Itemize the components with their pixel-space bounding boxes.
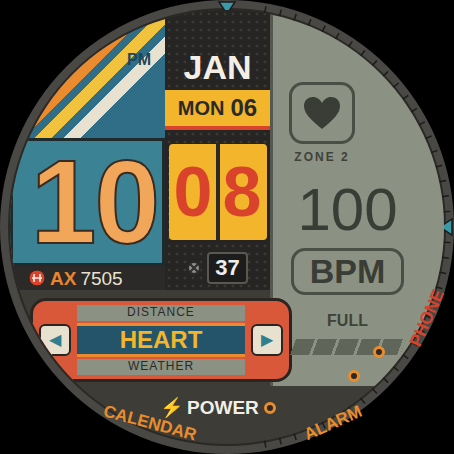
heart-box bbox=[289, 82, 355, 144]
dial: PM 10 AX7505 JAN MON 06 08 bbox=[10, 10, 444, 444]
hours: 10 bbox=[31, 143, 158, 261]
seconds-row: 37 bbox=[165, 252, 270, 284]
date-row: MON 06 bbox=[165, 90, 270, 130]
next-button[interactable]: ▶ bbox=[251, 324, 283, 356]
heart-rate: 100 bbox=[297, 180, 397, 240]
hour-box: 10 bbox=[10, 138, 165, 266]
complication-selector: ◀ DISTANCEHEARTWEATHER ▶ bbox=[10, 290, 270, 386]
battery-fill bbox=[290, 339, 406, 355]
screw-icon bbox=[187, 261, 201, 275]
zone-label: ZONE 2 bbox=[294, 148, 349, 166]
power-button[interactable]: ⚡ POWER bbox=[160, 394, 259, 423]
heart-zone: ZONE 2 bbox=[289, 82, 355, 166]
battery-label: FULL bbox=[327, 309, 368, 333]
heart-icon bbox=[302, 95, 342, 131]
ring-icon bbox=[264, 402, 276, 414]
unit-label: BPM bbox=[291, 248, 405, 295]
minutes-box: 08 bbox=[169, 144, 267, 240]
ring-icon bbox=[348, 370, 360, 382]
weekday: MON bbox=[178, 93, 225, 123]
selector-item[interactable]: DISTANCE bbox=[77, 305, 245, 321]
period-label: PM bbox=[127, 51, 151, 68]
brand-model: 7505 bbox=[80, 269, 122, 288]
day: 06 bbox=[230, 90, 257, 126]
watch-face: PM 10 AX7505 JAN MON 06 08 bbox=[0, 0, 454, 454]
ring-icon bbox=[373, 346, 385, 358]
selector-list: DISTANCE HEARTWEATHER bbox=[77, 305, 245, 375]
selector-bar: ◀ DISTANCEHEARTWEATHER ▶ bbox=[30, 298, 292, 382]
brand-prefix: AX bbox=[50, 269, 76, 288]
selector-item[interactable]: WEATHER bbox=[77, 359, 245, 375]
selector-item[interactable]: HEART bbox=[77, 323, 245, 358]
date-column: JAN MON 06 08 37 bbox=[165, 10, 270, 290]
minutes: 08 bbox=[164, 157, 272, 227]
seconds: 37 bbox=[207, 252, 247, 284]
power-label: POWER bbox=[187, 394, 259, 423]
logo-icon bbox=[28, 269, 46, 287]
brand: AX7505 bbox=[10, 266, 165, 290]
battery-track bbox=[290, 339, 406, 355]
month: JAN bbox=[165, 10, 270, 90]
